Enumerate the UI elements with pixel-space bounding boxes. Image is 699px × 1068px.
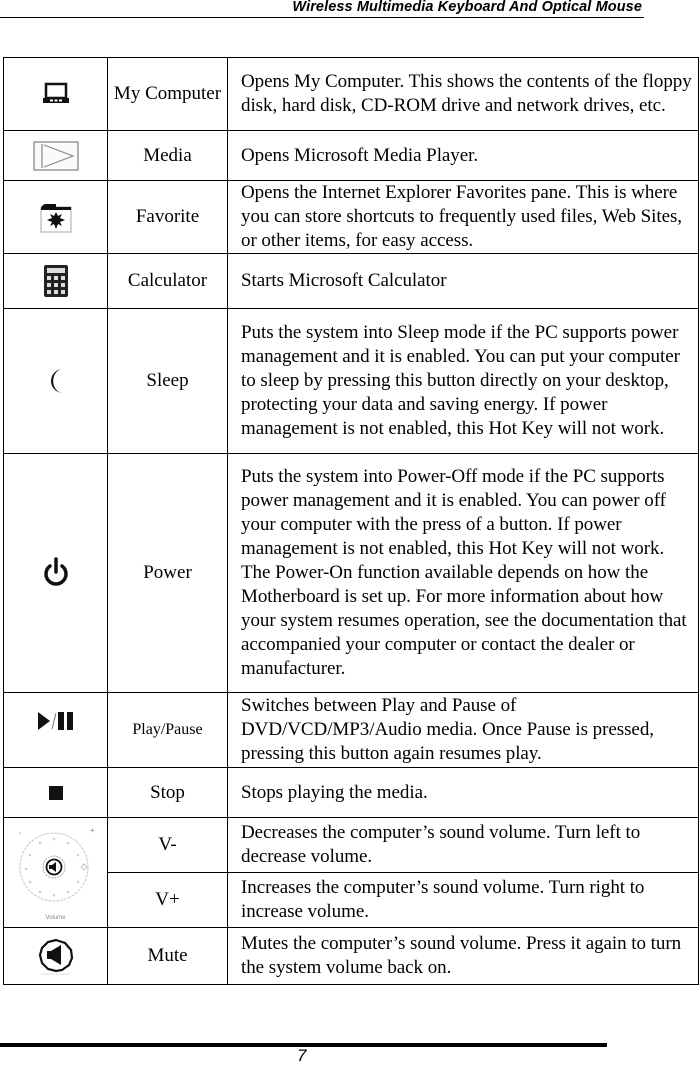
hotkey-table: My Computer Opens My Computer. This show… — [3, 57, 699, 985]
table-row: Media Opens Microsoft Media Player. — [3, 130, 699, 181]
my-computer-icon — [42, 82, 69, 103]
page-number: 7 — [297, 1046, 307, 1065]
calculator-icon — [43, 265, 68, 297]
key-name: Sleep — [107, 308, 228, 454]
key-description: Opens My Computer. This shows the conten… — [227, 57, 699, 131]
key-name: Stop — [107, 767, 228, 818]
table-row: Mute Mutes the computer’s sound volume. … — [3, 927, 699, 985]
key-description: Switches between Play and Pause of DVD/V… — [227, 692, 699, 768]
play-pause-icon — [37, 712, 73, 730]
volume-dial-icon: + — [18, 826, 95, 901]
key-description: Opens Microsoft Media Player. — [227, 130, 699, 181]
key-name: Media — [107, 130, 228, 181]
header-rule — [0, 17, 644, 18]
mute-icon — [38, 938, 73, 975]
key-name: Mute — [107, 927, 228, 985]
key-description: Stops playing the media. — [227, 767, 699, 818]
stop-icon — [48, 785, 63, 800]
key-description: Increases the computer’s sound volume. T… — [227, 872, 699, 928]
key-description: Opens the Internet Explorer Favorites pa… — [227, 180, 699, 254]
favorite-icon — [40, 203, 71, 233]
key-description: Starts Microsoft Calculator — [227, 253, 699, 309]
key-name: V+ — [107, 872, 228, 928]
key-name: Play/Pause — [107, 692, 228, 768]
media-icon — [32, 140, 79, 171]
table-row: Stop Stops playing the media. — [3, 767, 699, 818]
table-row: Play/Pause Switches between Play and Pau… — [3, 692, 699, 768]
table-row: Favorite Opens the Internet Explorer Fav… — [3, 180, 699, 254]
volume-dial-caption: Volume — [45, 914, 66, 921]
table-row: Sleep Puts the system into Sleep mode if… — [3, 308, 699, 454]
key-description: Decreases the computer’s sound volume. T… — [227, 817, 699, 873]
document-header-title: Wireless Multimedia Keyboard And Optical… — [292, 0, 642, 15]
key-name: V- — [107, 817, 228, 873]
power-icon — [43, 557, 68, 586]
svg-text:+: + — [90, 826, 95, 835]
key-description: Puts the system into Power-Off mode if t… — [227, 453, 699, 693]
table-row: V+ Increases the computer’s sound volume… — [4, 872, 699, 928]
key-name: Calculator — [107, 253, 228, 309]
table-row: My Computer Opens My Computer. This show… — [3, 57, 699, 131]
key-name: Favorite — [107, 180, 228, 254]
sleep-moon-icon — [50, 369, 63, 393]
key-description: Mutes the computer’s sound volume. Press… — [227, 927, 699, 985]
key-name: My Computer — [107, 57, 228, 131]
key-name: Power — [107, 453, 228, 693]
table-row: + Volume V- Decreases the computer’s sou… — [3, 817, 699, 928]
key-description: Puts the system into Sleep mode if the P… — [227, 308, 699, 454]
table-row: Calculator Starts Microsoft Calculator — [3, 253, 699, 309]
table-row: Power Puts the system into Power-Off mod… — [3, 453, 699, 693]
